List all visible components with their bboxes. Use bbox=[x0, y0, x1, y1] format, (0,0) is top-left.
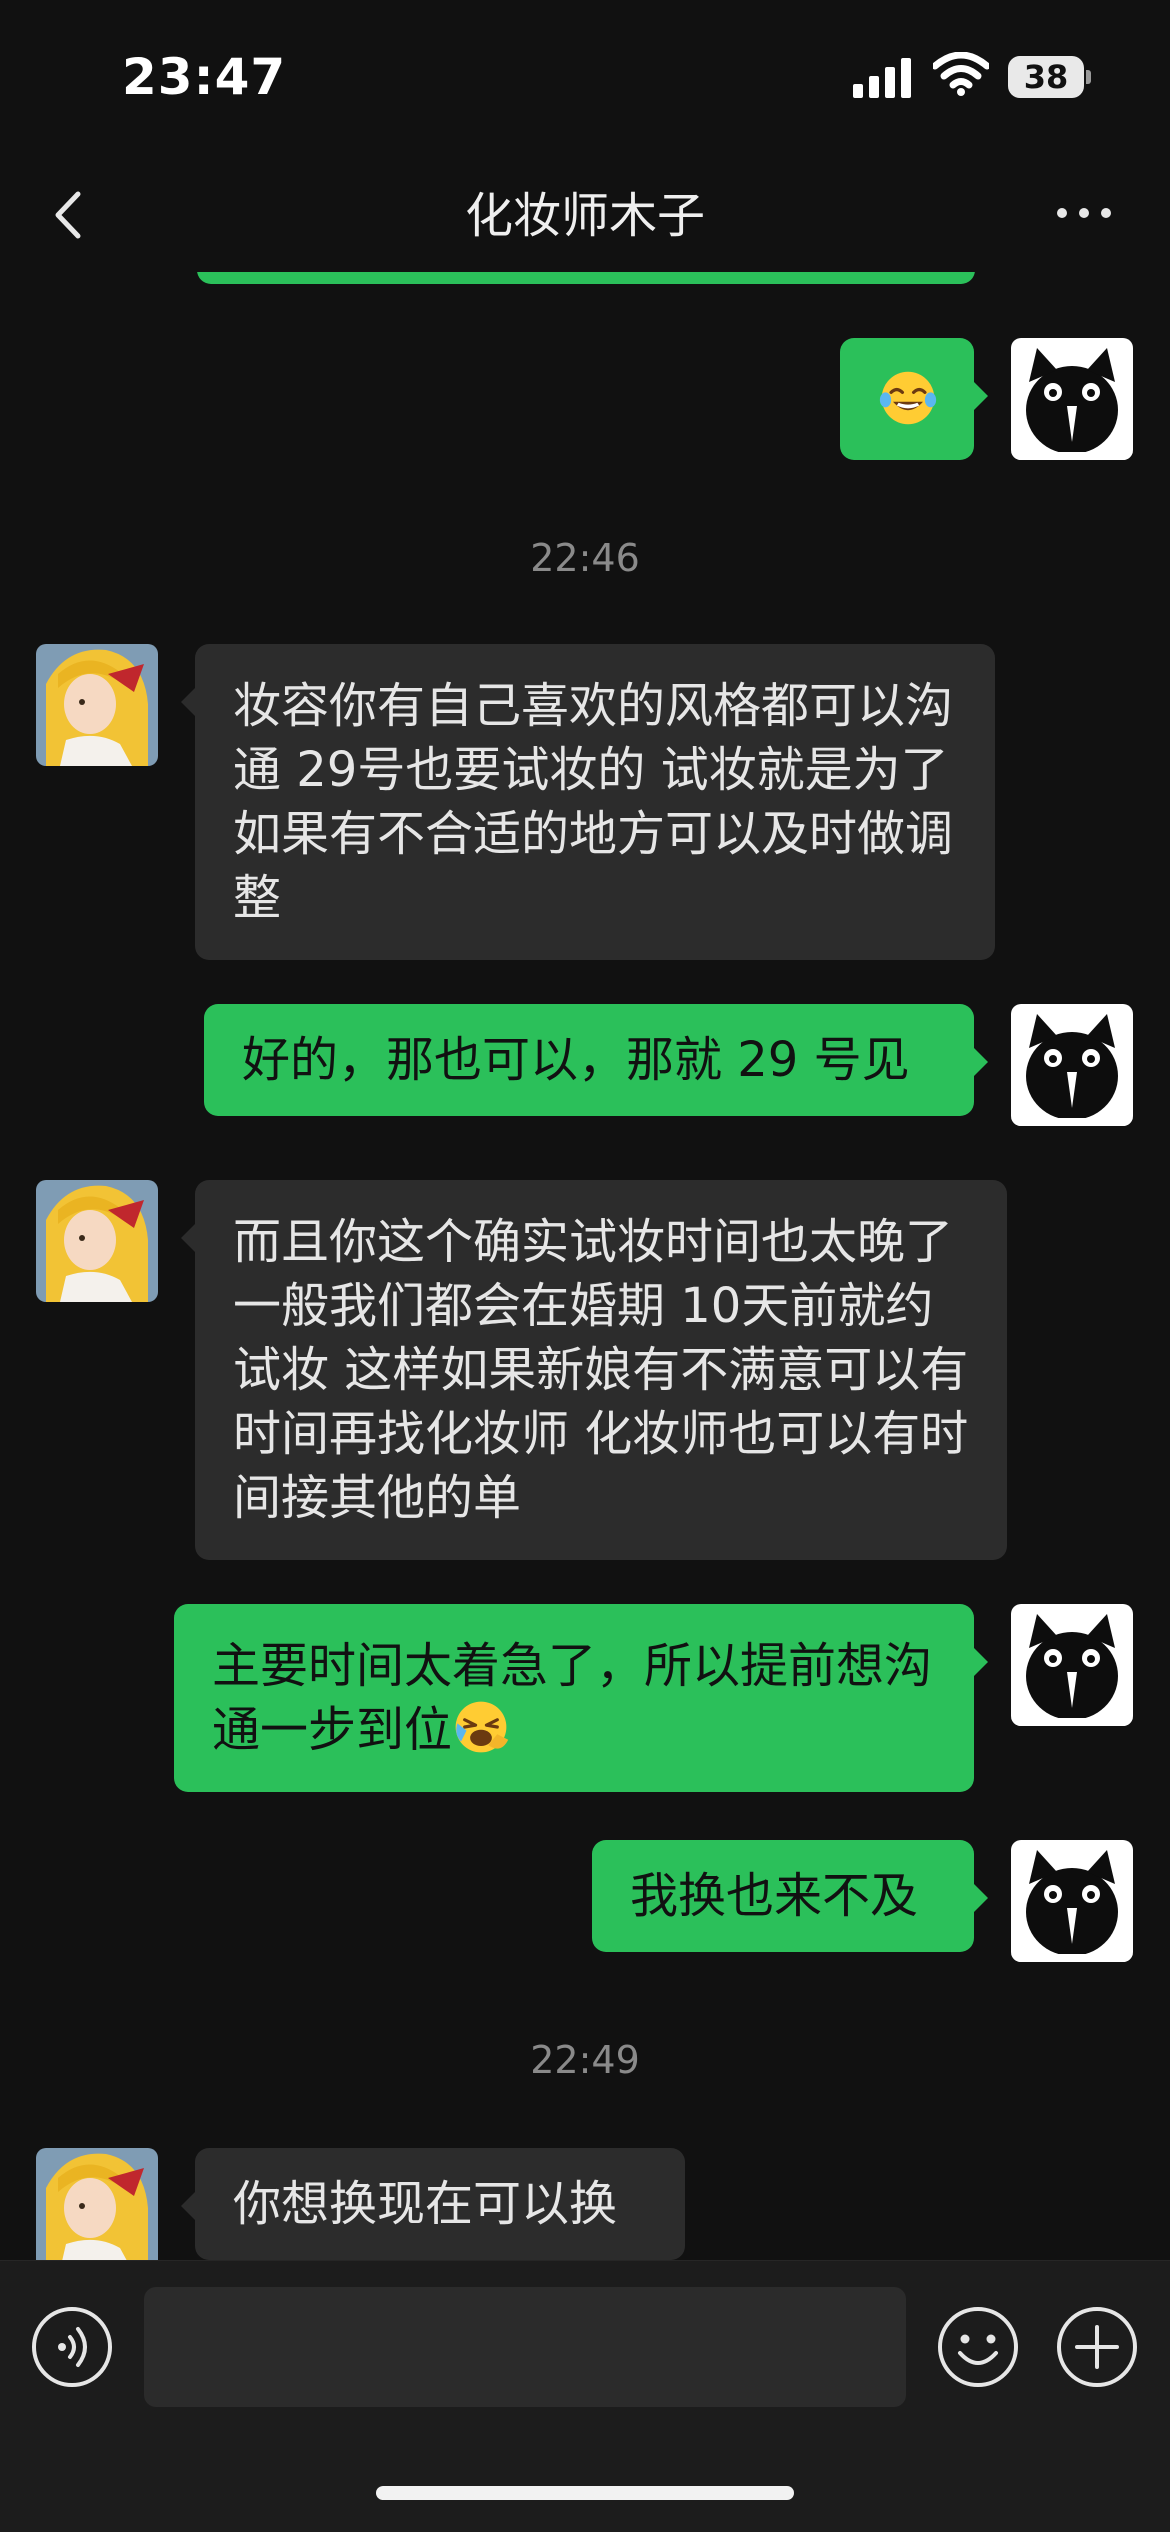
plus-icon[interactable] bbox=[1055, 2305, 1139, 2389]
message-bubble-outgoing[interactable]: 主要时间太着急了，所以提前想沟通一步到位 bbox=[174, 1604, 988, 1792]
black-cat-avatar-icon bbox=[1011, 1604, 1133, 1726]
my-avatar[interactable] bbox=[1011, 338, 1133, 460]
anime-girl-avatar-icon bbox=[36, 1180, 158, 1302]
contact-avatar[interactable] bbox=[36, 1180, 158, 1302]
chat-title: 化妆师木子 bbox=[464, 188, 705, 244]
message-list[interactable]: 22:46 妆容你有自己喜欢的风格都可以沟通 29号也要试妆的 试妆就是为了如果… bbox=[0, 272, 1170, 2260]
message-bubble-outgoing[interactable] bbox=[840, 338, 988, 460]
contact-avatar[interactable] bbox=[36, 2148, 158, 2260]
message-input[interactable] bbox=[144, 2287, 906, 2407]
smiley-icon[interactable] bbox=[936, 2305, 1020, 2389]
status-time: 23:47 bbox=[122, 48, 287, 106]
message-timestamp: 22:46 bbox=[530, 536, 640, 580]
more-dots-icon[interactable] bbox=[1054, 198, 1114, 228]
message-bubble-outgoing[interactable]: 我换也来不及 bbox=[592, 1840, 988, 1952]
message-bubble-partial[interactable] bbox=[197, 272, 975, 284]
battery-icon: 38 bbox=[1008, 56, 1092, 98]
chat-header: 化妆师木子 bbox=[0, 160, 1170, 272]
message-text: 主要时间太着急了，所以提前想沟通一步到位 bbox=[212, 1638, 933, 1758]
status-bar: 23:47 38 bbox=[0, 0, 1170, 160]
message-bubble-incoming[interactable]: 你想换现在可以换 bbox=[181, 2148, 685, 2260]
my-avatar[interactable] bbox=[1011, 1604, 1133, 1726]
battery-level: 38 bbox=[1023, 58, 1069, 96]
my-avatar[interactable] bbox=[1011, 1004, 1133, 1126]
wifi-icon bbox=[933, 52, 989, 96]
message-bubble-outgoing[interactable]: 好的，那也可以，那就 29 号见 bbox=[204, 1004, 988, 1116]
anime-girl-avatar-icon bbox=[36, 644, 158, 766]
home-indicator[interactable] bbox=[376, 2486, 794, 2500]
anime-girl-avatar-icon bbox=[36, 2148, 158, 2260]
message-timestamp: 22:49 bbox=[530, 2038, 640, 2082]
signal-icon bbox=[853, 58, 911, 98]
black-cat-avatar-icon bbox=[1011, 338, 1133, 460]
voice-icon[interactable] bbox=[30, 2305, 114, 2389]
black-cat-avatar-icon bbox=[1011, 1840, 1133, 1962]
contact-avatar[interactable] bbox=[36, 644, 158, 766]
laughing-tears-emoji bbox=[879, 371, 937, 425]
message-bubble-incoming[interactable]: 妆容你有自己喜欢的风格都可以沟通 29号也要试妆的 试妆就是为了如果有不合适的地… bbox=[181, 644, 995, 960]
message-bubble-incoming[interactable]: 而且你这个确实试妆时间也太晚了 一般我们都会在婚期 10天前就约试妆 这样如果新… bbox=[181, 1180, 1007, 1560]
sob-laugh-emoji bbox=[455, 1701, 509, 1753]
black-cat-avatar-icon bbox=[1011, 1004, 1133, 1126]
my-avatar[interactable] bbox=[1011, 1840, 1133, 1962]
